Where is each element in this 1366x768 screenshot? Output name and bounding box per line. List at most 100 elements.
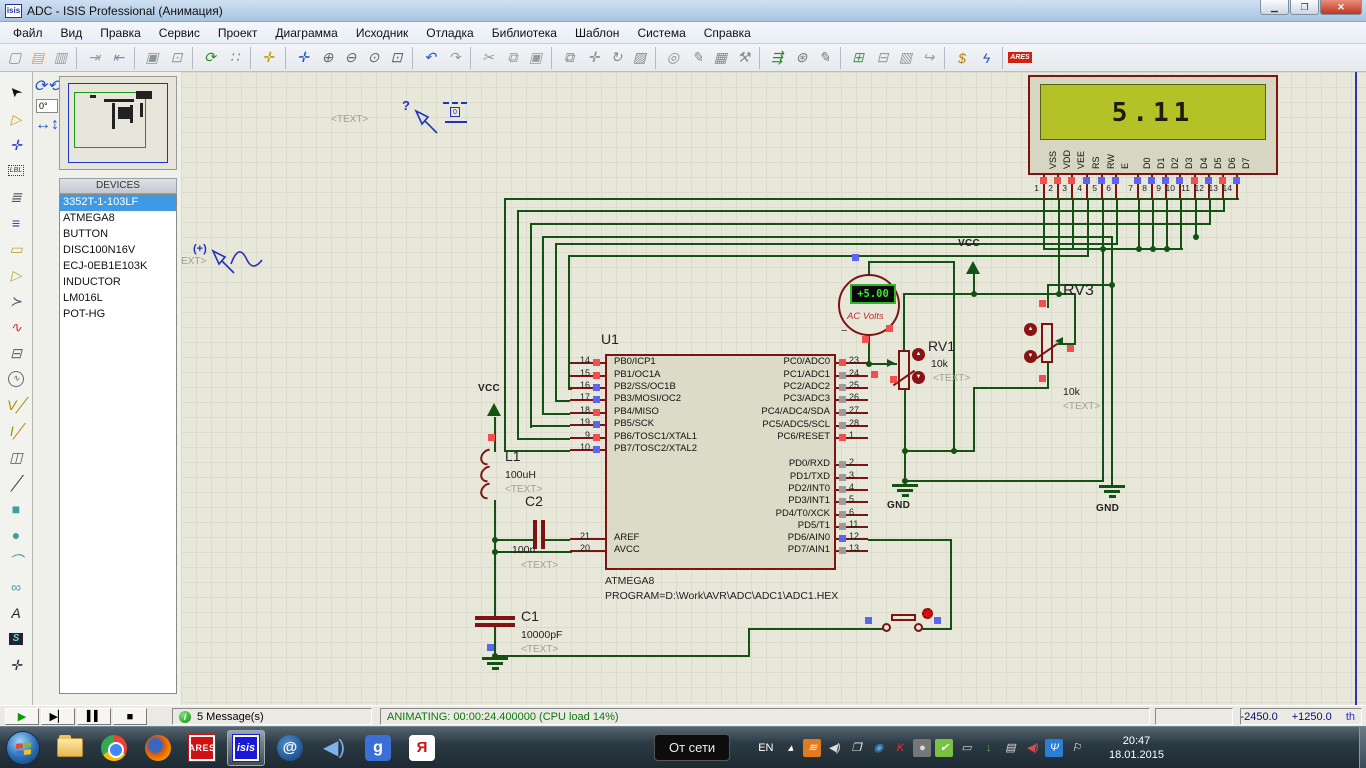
zoom-all-icon[interactable]: ⊙: [362, 47, 385, 69]
circle-2d-tool-icon[interactable]: ●: [3, 522, 29, 547]
step-button[interactable]: ▶▏: [41, 708, 75, 725]
menu-item[interactable]: Исходник: [347, 24, 417, 42]
wire[interactable]: [568, 255, 1089, 257]
remove-sheet-icon[interactable]: ⊟: [871, 47, 894, 69]
zoom-out-icon[interactable]: ⊖: [339, 47, 362, 69]
wire[interactable]: [904, 388, 906, 482]
wire[interactable]: [517, 210, 1225, 212]
volume-app-taskbar-icon[interactable]: ◀): [315, 730, 353, 766]
wire[interactable]: [1102, 200, 1104, 250]
ground-terminal[interactable]: [892, 484, 918, 499]
subcircuit-tool-icon[interactable]: ▭: [3, 236, 29, 261]
menu-item[interactable]: Проект: [209, 24, 267, 42]
design-explorer-icon[interactable]: ▦: [709, 47, 732, 69]
wire[interactable]: [494, 655, 750, 657]
wire[interactable]: [542, 236, 1113, 238]
erc-icon[interactable]: ϟ: [975, 47, 998, 69]
wire[interactable]: [868, 261, 955, 263]
wire-label-tool-icon[interactable]: LBL: [3, 158, 29, 183]
java-icon[interactable]: ≋: [803, 739, 821, 757]
start-button[interactable]: [6, 731, 40, 765]
arc-2d-tool-icon[interactable]: ⌒: [3, 548, 29, 573]
clock[interactable]: 20:47 18.01.2015: [1097, 734, 1175, 762]
device-item[interactable]: 3352T-1-103LF: [60, 195, 176, 211]
wire[interactable]: [903, 293, 905, 352]
menu-item[interactable]: Вид: [52, 24, 92, 42]
device-item[interactable]: DISC100N16V: [60, 243, 176, 259]
wire[interactable]: [1047, 284, 1049, 308]
property-assign-icon[interactable]: ✎: [813, 47, 836, 69]
device-item[interactable]: BUTTON: [60, 227, 176, 243]
box-2d-tool-icon[interactable]: ■: [3, 496, 29, 521]
wire[interactable]: [1047, 363, 1049, 389]
blue-app-icon[interactable]: ◉: [869, 739, 887, 757]
block-move-icon[interactable]: ✛: [582, 47, 605, 69]
menu-item[interactable]: Диаграмма: [266, 24, 346, 42]
wire[interactable]: [903, 293, 1076, 295]
block-rotate-icon[interactable]: ↻: [605, 47, 628, 69]
wire[interactable]: [1180, 200, 1182, 250]
save-icon[interactable]: ▥: [49, 47, 72, 69]
title-bar[interactable]: isis ADC - ISIS Professional (Анимация) …: [0, 0, 1366, 22]
language-indicator[interactable]: EN: [758, 742, 773, 754]
vcc-terminal[interactable]: [966, 261, 980, 274]
mcu-pin[interactable]: 2 PD0/RXD: [605, 457, 871, 471]
voltage-probe-tool-icon[interactable]: V╱: [3, 392, 29, 417]
wire[interactable]: [530, 223, 1211, 225]
find-component-icon[interactable]: ◎: [655, 47, 686, 69]
wire[interactable]: [748, 628, 888, 630]
google-taskbar-icon[interactable]: g: [359, 730, 397, 766]
wire[interactable]: [545, 539, 570, 541]
import-icon[interactable]: ⇥: [76, 47, 107, 69]
show-desktop-button[interactable]: [1359, 727, 1366, 768]
dropbox-icon[interactable]: ❒: [847, 739, 865, 757]
pot-increase-button[interactable]: ▲: [912, 348, 925, 361]
block-copy-icon[interactable]: ⧉: [551, 47, 582, 69]
wire[interactable]: [1072, 200, 1074, 250]
volume-icon[interactable]: ◀): [825, 739, 843, 757]
device-item[interactable]: ATMEGA8: [60, 211, 176, 227]
pause-button[interactable]: ▌▌: [77, 708, 111, 725]
show-hidden-icon[interactable]: ▴: [781, 739, 799, 757]
undo-icon[interactable]: ↶: [412, 47, 443, 69]
mail-taskbar-icon[interactable]: @: [271, 730, 309, 766]
chrome-taskbar-icon[interactable]: [95, 730, 133, 766]
text-2d-tool-icon[interactable]: A: [3, 600, 29, 625]
symbol-2d-tool-icon[interactable]: S: [3, 626, 29, 651]
close-button[interactable]: ✕: [1320, 0, 1362, 15]
wire[interactable]: [950, 539, 952, 630]
menu-item[interactable]: Правка: [91, 24, 150, 42]
bom-icon[interactable]: $: [944, 47, 975, 69]
new-sheet-icon[interactable]: ⊞: [840, 47, 871, 69]
power-mode-notification[interactable]: От сети: [654, 734, 730, 761]
grid-toggle-icon[interactable]: ∷: [223, 47, 246, 69]
wire[interactable]: [517, 438, 570, 440]
clipboard-icon[interactable]: ▤: [1001, 739, 1019, 757]
menu-item[interactable]: Сервис: [150, 24, 209, 42]
wire[interactable]: [953, 261, 955, 452]
wire[interactable]: [517, 210, 519, 440]
redo-icon[interactable]: ↷: [443, 47, 466, 69]
cut-icon[interactable]: ✂: [470, 47, 501, 69]
vcc-terminal[interactable]: [487, 403, 501, 416]
graph-tool-icon[interactable]: ∿: [3, 314, 29, 339]
wrench-icon[interactable]: ⚒: [732, 47, 755, 69]
logic-probe-icon[interactable]: 0: [443, 102, 469, 128]
zoom-area-icon[interactable]: ⊡: [385, 47, 408, 69]
message-panel[interactable]: i 5 Message(s): [172, 708, 372, 725]
zone-icon[interactable]: ▧: [894, 47, 917, 69]
wire[interactable]: [973, 387, 1049, 389]
wire[interactable]: [1152, 200, 1154, 250]
wire[interactable]: [542, 413, 570, 415]
update-arrow-icon[interactable]: ↓: [979, 739, 997, 757]
ground-terminal[interactable]: [482, 657, 508, 672]
audio-device-icon[interactable]: ◀): [1023, 739, 1041, 757]
print-icon[interactable]: ▣: [134, 47, 165, 69]
wire[interactable]: [1111, 236, 1113, 485]
instrument-tool-icon[interactable]: ◫: [3, 444, 29, 469]
pot-decrease-button[interactable]: ▼: [912, 371, 925, 384]
wire[interactable]: [1195, 200, 1197, 238]
lock-icon[interactable]: ●: [913, 739, 931, 757]
wire[interactable]: [1138, 200, 1140, 250]
kaspersky-icon[interactable]: K: [891, 739, 909, 757]
